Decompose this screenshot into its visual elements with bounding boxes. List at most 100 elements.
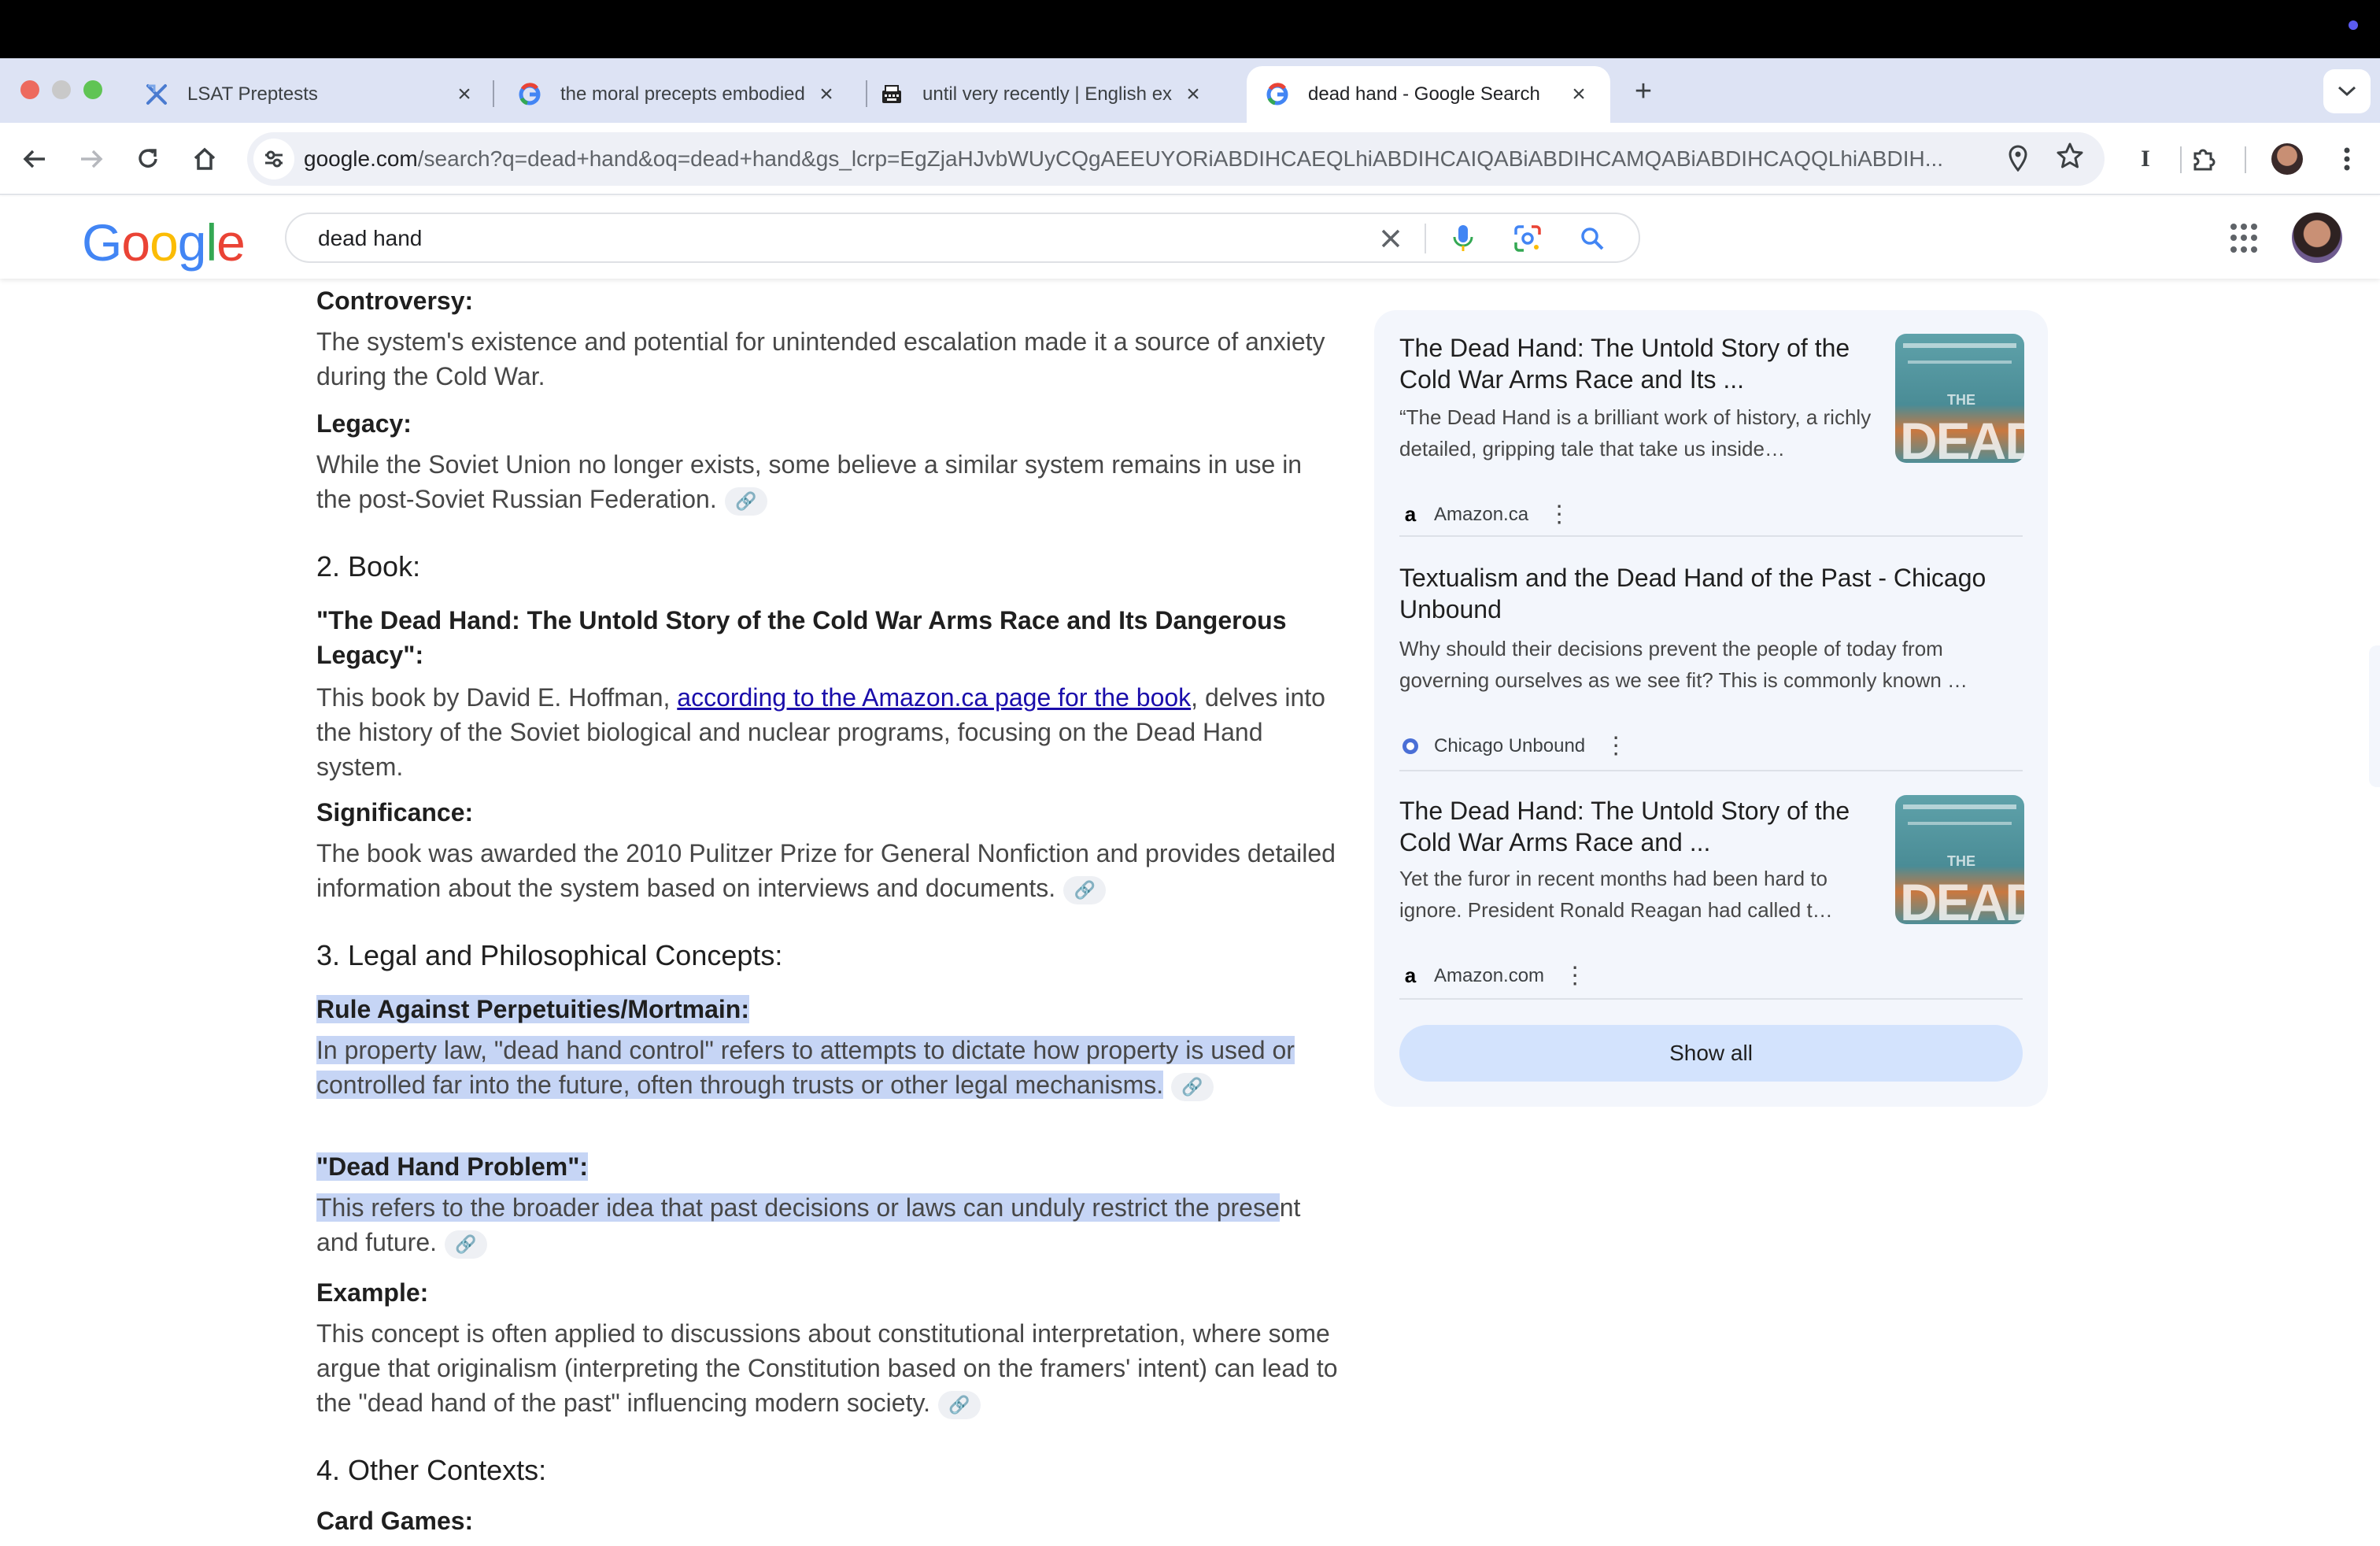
- tab-moral-precepts[interactable]: the moral precepts embodied ×: [499, 66, 858, 123]
- more-options-icon[interactable]: ⋮: [1604, 732, 1628, 760]
- reload-icon: [139, 149, 157, 168]
- section-legal-heading: 3. Legal and Philosophical Concepts:: [316, 939, 783, 971]
- amazon-icon: a: [1404, 502, 1417, 526]
- more-menu-icon[interactable]: [2326, 139, 2367, 179]
- close-tab-icon[interactable]: ×: [1179, 80, 1207, 109]
- significance-text: The book was awarded the 2010 Pulitzer P…: [316, 839, 1336, 902]
- close-tab-icon[interactable]: ×: [812, 80, 841, 109]
- source-card-amazon-ca[interactable]: The Dead Hand: The Untold Story of the C…: [1399, 332, 2024, 527]
- account-avatar[interactable]: [2292, 213, 2342, 263]
- minimize-window-button[interactable]: [52, 80, 71, 99]
- section-book-heading: 2. Book:: [316, 550, 421, 583]
- cover-title: DEAD: [1900, 412, 2024, 463]
- rule-text: In property law, "dead hand control" ref…: [316, 1036, 1295, 1099]
- book-cover-thumbnail[interactable]: THE DEAD: [1895, 795, 2024, 924]
- search-input[interactable]: [318, 224, 1341, 253]
- source-title[interactable]: The Dead Hand: The Untold Story of the C…: [1399, 332, 1879, 395]
- google-logo[interactable]: Google: [82, 213, 246, 272]
- significance-label: Significance:: [316, 798, 474, 827]
- search-icon[interactable]: [1574, 220, 1610, 257]
- source-card-amazon-com[interactable]: The Dead Hand: The Untold Story of the C…: [1399, 795, 2024, 989]
- tab-title: LSAT Preptests: [187, 83, 318, 105]
- source-attribution: a Amazon.ca ⋮: [1399, 501, 1571, 528]
- address-bar[interactable]: google.com/search?q=dead+hand&oq=dead+ha…: [247, 132, 2105, 186]
- more-options-icon[interactable]: ⋮: [1563, 962, 1587, 989]
- more-options-icon[interactable]: ⋮: [1547, 501, 1571, 528]
- tab-dead-hand-search[interactable]: dead hand - Google Search ×: [1247, 66, 1610, 123]
- problem-label-text: "Dead Hand Problem":: [316, 1152, 589, 1181]
- source-snippet: “The Dead Hand is a brilliant work of hi…: [1399, 405, 1872, 460]
- close-tab-icon[interactable]: ×: [1565, 80, 1593, 109]
- source-attribution: a Amazon.com ⋮: [1399, 962, 1587, 989]
- cover-word: THE: [1947, 392, 1975, 408]
- search-box[interactable]: [285, 213, 1640, 263]
- link-chip-icon[interactable]: 🔗: [1063, 875, 1107, 904]
- source-title[interactable]: The Dead Hand: The Untold Story of the C…: [1399, 795, 1879, 858]
- tab-strip: LSAT Preptests × the moral precepts embo…: [0, 58, 2380, 123]
- tab-search-button[interactable]: [2323, 69, 2371, 113]
- arrow-right-icon: [81, 150, 103, 168]
- close-tab-icon[interactable]: ×: [450, 80, 479, 109]
- site-info-button[interactable]: [253, 139, 294, 179]
- side-panel-edge: [2369, 645, 2380, 787]
- rule-paragraph: In property law, "dead hand control" ref…: [316, 1033, 1340, 1102]
- source-name: Amazon.com: [1434, 964, 1545, 986]
- legacy-paragraph: While the Soviet Union no longer exists,…: [316, 447, 1340, 516]
- google-icon: [516, 81, 543, 108]
- link-chip-icon[interactable]: 🔗: [445, 1230, 487, 1259]
- amazon-icon: a: [1404, 963, 1417, 987]
- tab-until-very-recently[interactable]: until very recently | English ex ×: [861, 66, 1225, 123]
- tab-title: the moral precepts embodied: [560, 83, 805, 105]
- link-chip-icon[interactable]: 🔗: [1171, 1072, 1214, 1101]
- google-icon: [1264, 81, 1291, 108]
- amazon-ca-link[interactable]: according to the Amazon.ca page for the …: [677, 683, 1191, 712]
- source-card-chicago-unbound[interactable]: Textualism and the Dead Hand of the Past…: [1399, 562, 2023, 759]
- google-apps-icon[interactable]: [2230, 224, 2260, 253]
- close-window-button[interactable]: [20, 80, 39, 99]
- profile-avatar[interactable]: [2271, 143, 2303, 175]
- maximize-window-button[interactable]: [83, 80, 102, 99]
- significance-paragraph: The book was awarded the 2010 Pulitzer P…: [316, 836, 1340, 905]
- book-cover-thumbnail[interactable]: THE DEAD: [1895, 334, 2024, 463]
- example-text: This concept is often applied to discuss…: [316, 1319, 1338, 1417]
- tab-separator: [493, 80, 494, 107]
- back-button[interactable]: [14, 139, 55, 179]
- forward-button[interactable]: [71, 139, 112, 179]
- voice-search-icon[interactable]: [1445, 220, 1481, 257]
- clear-search-icon[interactable]: [1371, 219, 1410, 258]
- toolbar-separator: [2245, 146, 2246, 173]
- rule-label: Rule Against Perpetuities/Mortmain:: [316, 992, 1340, 1026]
- bookmark-star-icon[interactable]: [2056, 142, 2084, 177]
- extension-i-icon[interactable]: I: [2125, 139, 2166, 179]
- card-divider: [1399, 535, 2023, 537]
- link-chip-icon[interactable]: 🔗: [724, 486, 767, 516]
- url-host: google.com: [304, 146, 418, 171]
- home-icon: [194, 147, 216, 170]
- chevron-down-icon: [2338, 86, 2356, 97]
- book-title-label: "The Dead Hand: The Untold Story of the …: [316, 606, 1287, 669]
- source-attribution: Chicago Unbound ⋮: [1399, 732, 1628, 760]
- reload-button[interactable]: [128, 139, 168, 179]
- tune-icon: [265, 150, 283, 168]
- source-name: Chicago Unbound: [1434, 734, 1586, 756]
- extensions-puzzle-icon[interactable]: [2183, 139, 2224, 179]
- legacy-label: Legacy:: [316, 409, 412, 438]
- link-chip-icon[interactable]: 🔗: [937, 1390, 981, 1419]
- location-icon[interactable]: [2007, 145, 2029, 178]
- source-title[interactable]: Textualism and the Dead Hand of the Past…: [1399, 562, 2023, 625]
- tab-lsat-preptests[interactable]: LSAT Preptests ×: [126, 66, 496, 123]
- search-divider: [1425, 224, 1426, 253]
- system-menu-bar: [0, 0, 2380, 58]
- url-text[interactable]: google.com/search?q=dead+hand&oq=dead+ha…: [304, 146, 2004, 172]
- typewriter-icon: [878, 81, 905, 108]
- google-lens-icon[interactable]: [1510, 220, 1546, 257]
- toolbar-separator: [2180, 146, 2182, 173]
- home-button[interactable]: [184, 139, 225, 179]
- new-tab-button[interactable]: +: [1626, 74, 1661, 109]
- rule-label-text: Rule Against Perpetuities/Mortmain:: [316, 995, 749, 1023]
- show-all-button[interactable]: Show all: [1399, 1025, 2023, 1082]
- section-other-heading: 4. Other Contexts:: [316, 1454, 547, 1486]
- status-indicator-icon: [2349, 20, 2358, 30]
- card-divider: [1399, 998, 2023, 1000]
- problem-paragraph: This refers to the broader idea that pas…: [316, 1190, 1340, 1259]
